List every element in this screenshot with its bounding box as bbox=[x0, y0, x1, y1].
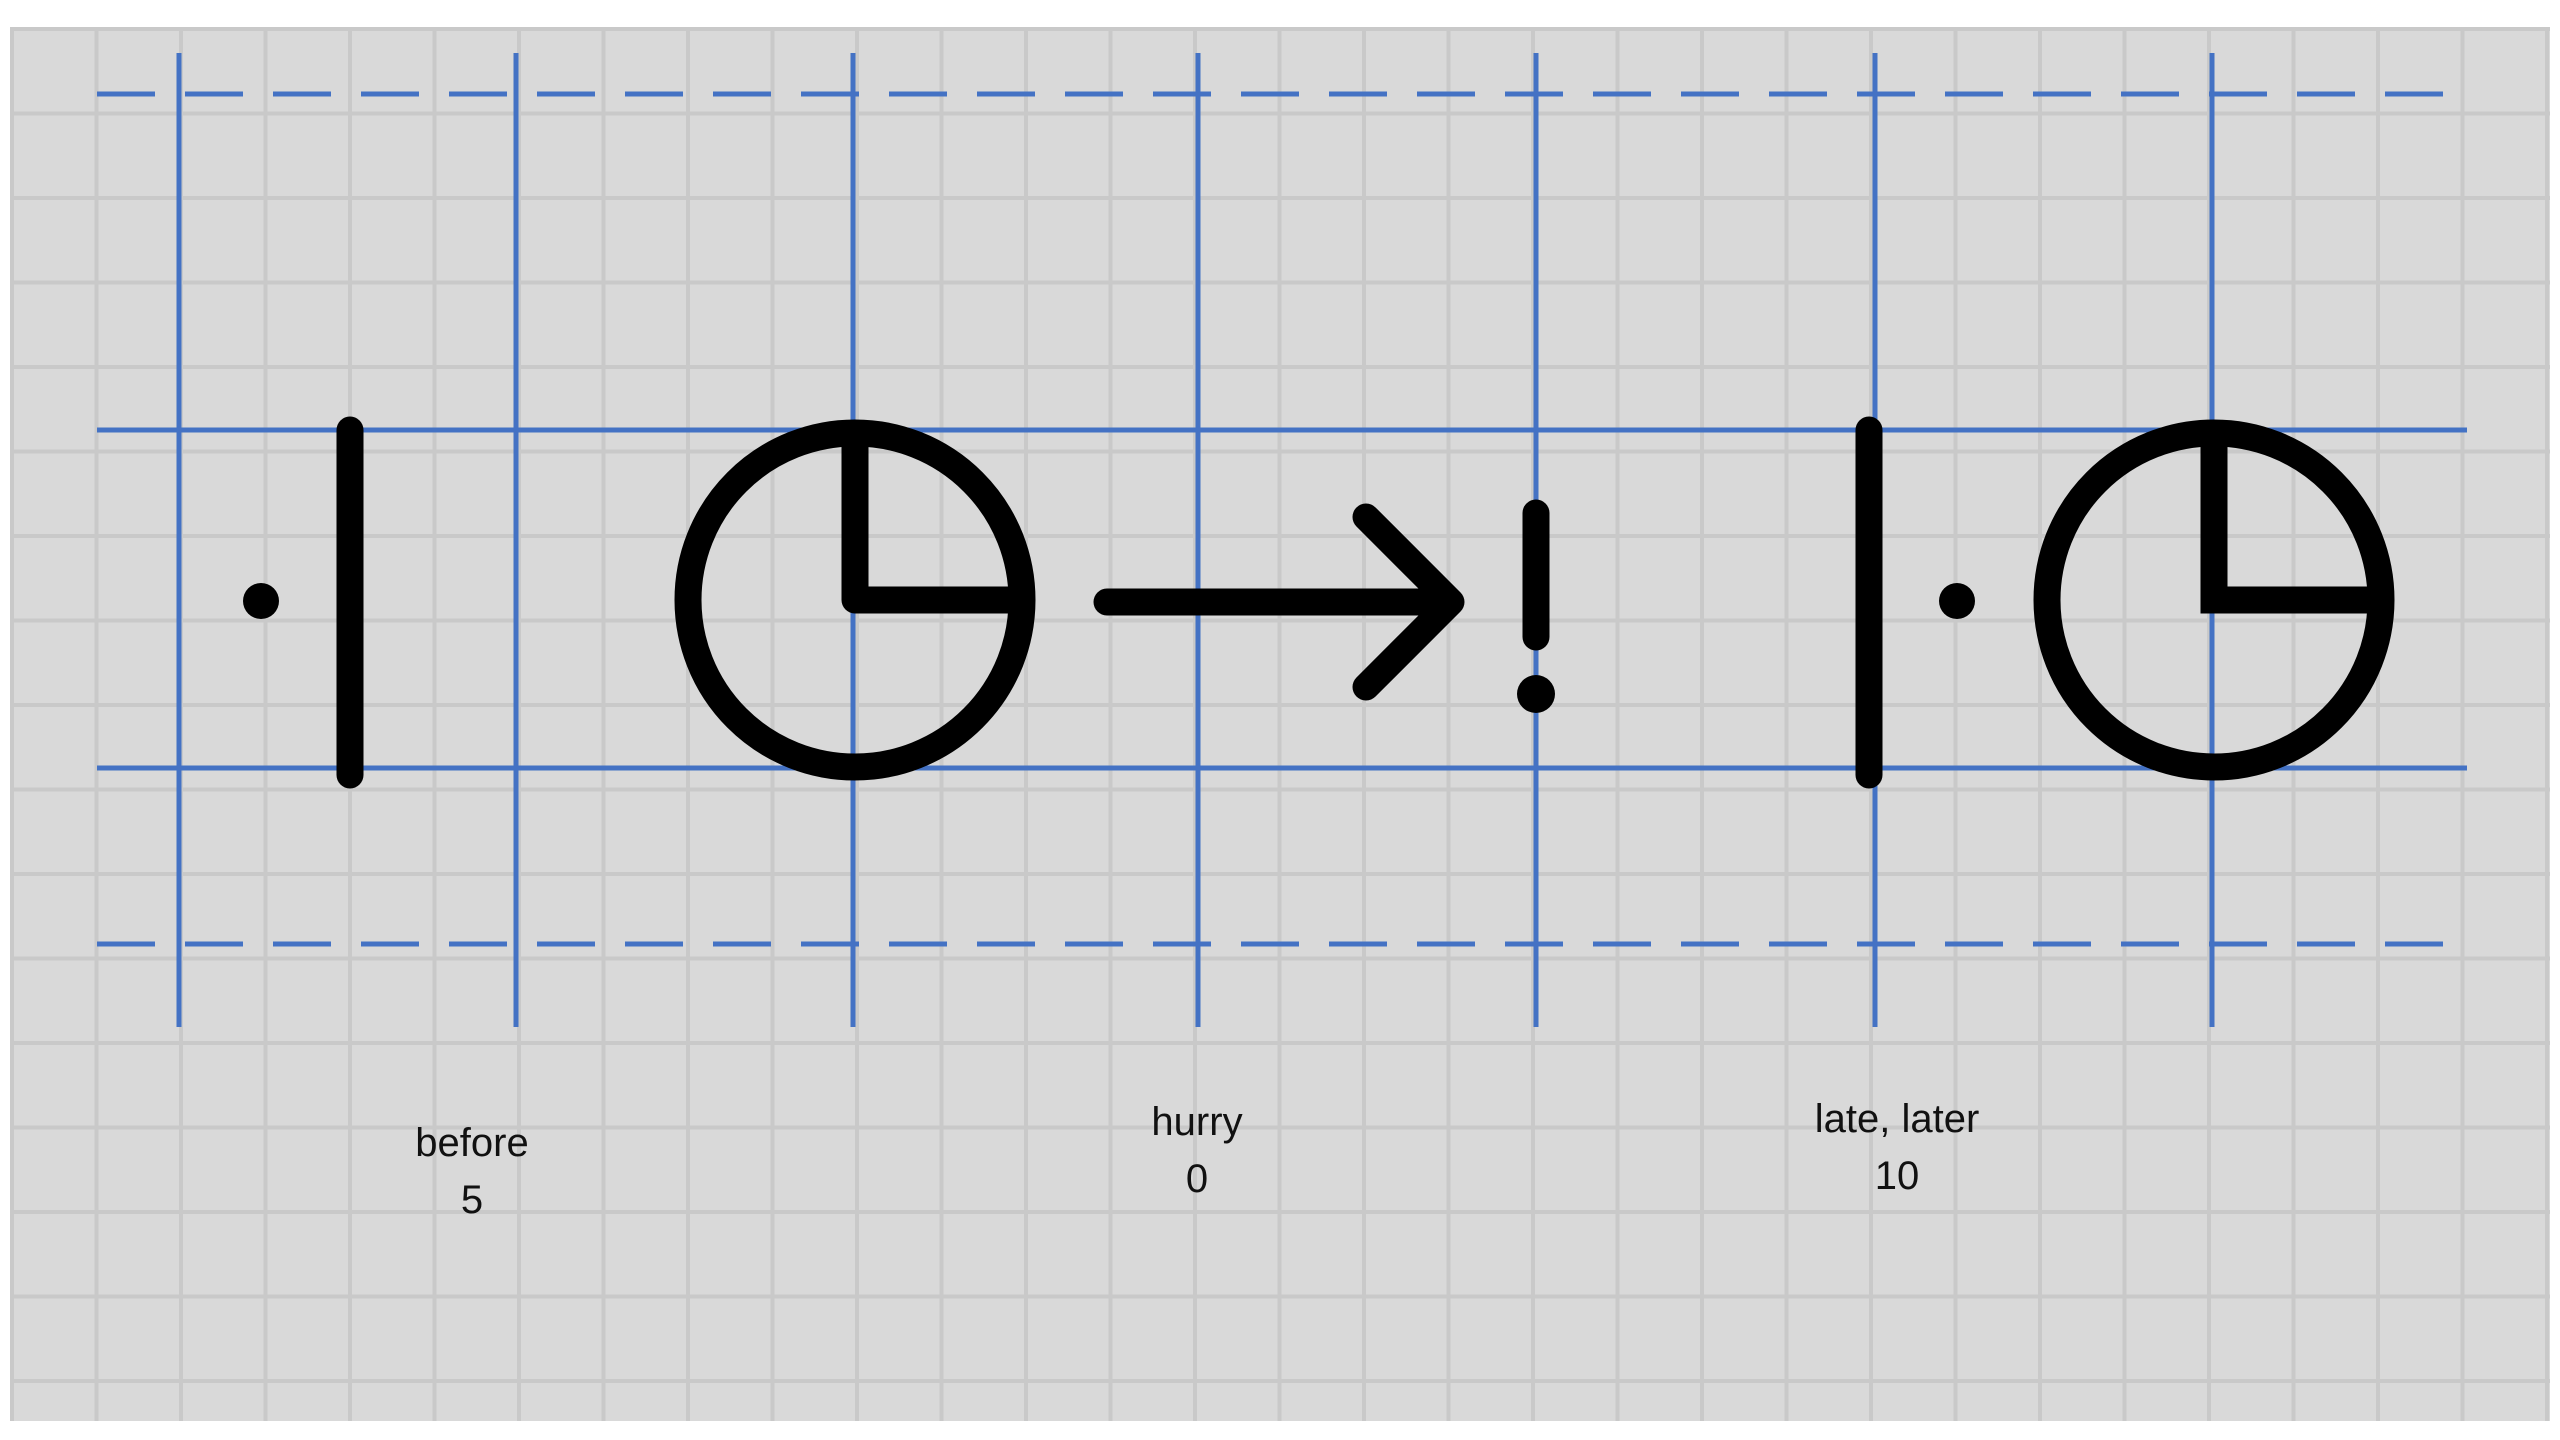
guide-lines bbox=[97, 53, 2467, 1027]
label-word: late, later bbox=[1814, 1097, 1980, 1141]
exclamation-dot-icon bbox=[1517, 675, 1555, 713]
label-number: 5 bbox=[460, 1178, 484, 1222]
label-hurry: hurry 0 bbox=[1151, 1094, 1242, 1208]
label-word: before bbox=[415, 1121, 529, 1165]
stage: before 5 hurry 0 late, later 10 bbox=[0, 0, 2560, 1440]
symbol-hurry bbox=[674, 419, 1555, 781]
label-number: 0 bbox=[1185, 1157, 1209, 1201]
symbol-before bbox=[243, 416, 364, 789]
symbol-late-later bbox=[1855, 416, 2395, 789]
label-word: hurry bbox=[1151, 1100, 1243, 1144]
dot-icon bbox=[1939, 583, 1975, 619]
dot-icon bbox=[243, 583, 279, 619]
label-number: 10 bbox=[1874, 1154, 1920, 1198]
blissymbol-diagram bbox=[97, 53, 2467, 1027]
label-before: before 5 bbox=[415, 1115, 528, 1229]
label-late-later: late, later 10 bbox=[1815, 1091, 1980, 1205]
